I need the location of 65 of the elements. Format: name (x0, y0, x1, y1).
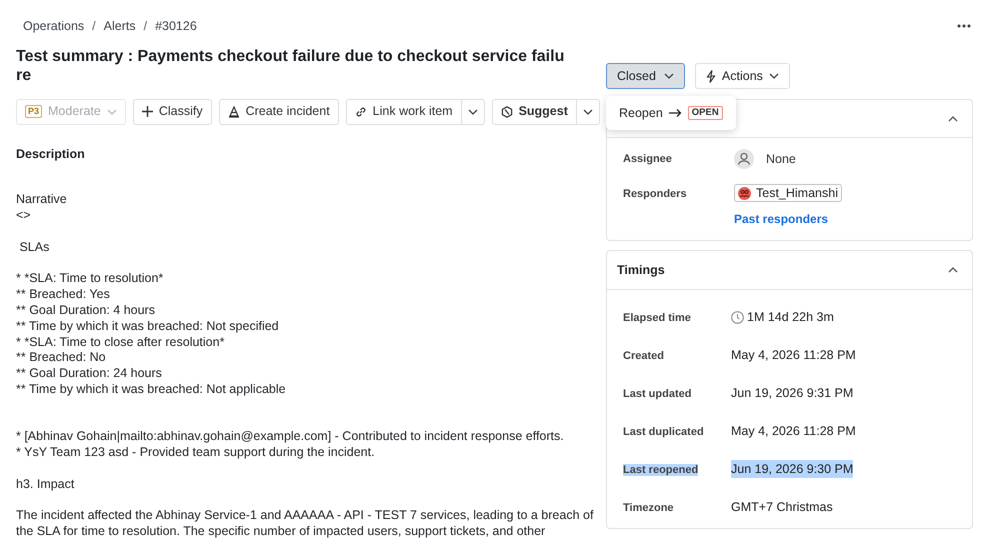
breadcrumb-separator: / (92, 18, 96, 35)
cone-icon (228, 106, 240, 118)
lightning-icon (706, 70, 716, 82)
timing-value: Jun 19, 2026 9:31 PM (731, 384, 854, 402)
timing-value: 1M 14d 22h 3m (747, 308, 834, 326)
timing-value: May 4, 2026 11:28 PM (731, 346, 856, 364)
chevron-down-icon (582, 108, 593, 115)
description-line: Narrative (16, 192, 68, 208)
breadcrumb-link[interactable]: Operations (23, 17, 84, 36)
status-dropdown[interactable]: Closed (606, 63, 685, 89)
description-line: ** Breached: No (16, 350, 107, 366)
timing-label: Last updated (623, 388, 692, 400)
description-line: SLAs (18, 240, 50, 256)
description-line: h3. Impact (16, 476, 76, 492)
hexagon-icon (500, 106, 513, 118)
breadcrumb-link[interactable]: #30126 (155, 17, 197, 36)
plus-icon (142, 106, 153, 118)
menu-item[interactable]: Reopen OPEN (606, 102, 736, 124)
timing-label: Last reopened (623, 464, 698, 476)
description-line: * *SLA: Time to resolution* (16, 271, 164, 288)
field-value: None (766, 150, 796, 168)
user-avatar-icon (734, 149, 754, 169)
more-icon[interactable] (957, 24, 971, 28)
timing-label: Timezone (623, 502, 674, 514)
chevron-down-icon (664, 73, 674, 79)
team-avatar-icon (738, 186, 751, 200)
description-line: ** Time by which it was breached: Not specified (16, 318, 280, 335)
section-heading: Description (16, 146, 86, 163)
description-line: ** Time by which it was breached: Not applicable (16, 382, 287, 398)
status-badge: OPEN (688, 106, 723, 120)
timing-label: Last duplicated (623, 426, 704, 438)
field-label: Responders (623, 187, 688, 202)
chevron-down-icon (768, 73, 779, 79)
chevron-up-icon[interactable] (948, 267, 958, 273)
timing-value: Jun 19, 2026 9:30 PM (731, 460, 854, 478)
description-line: * YsY Team 123 asd - Provided team support during the incident. (16, 445, 376, 461)
chevron-up-icon[interactable] (948, 116, 958, 122)
timing-value: May 4, 2026 11:28 PM (731, 422, 856, 440)
clock-icon (731, 310, 744, 324)
arrow-right-icon (668, 108, 682, 118)
timing-label: Created (623, 350, 664, 362)
actions-button[interactable]: Actions (694, 63, 790, 89)
past-responders-link[interactable]: Past responders (734, 210, 842, 228)
priority-badge: P3 (25, 105, 42, 118)
description-line: the SLA for time to resolution. The specific number of impacted users, support tickets, and other (16, 524, 546, 540)
link-icon (354, 106, 367, 118)
description-line: * [Abhinav Gohain|mailto:abhinav.gohain@example.com] - Contributed to incident response efforts. (16, 429, 565, 446)
breadcrumb-separator: / (144, 18, 148, 35)
description-line: ** Goal Duration: 24 hours (16, 366, 163, 382)
description-line: * *SLA: Time to close after resolution* (16, 334, 226, 350)
chevron-down-icon (106, 108, 117, 115)
breadcrumb-link[interactable]: Alerts (104, 17, 136, 36)
description-line: ** Goal Duration: 4 hours (16, 302, 156, 319)
toolbar-button[interactable]: Create incident (218, 98, 339, 125)
timing-value: GMT+7 Christmas (731, 498, 833, 516)
field-label: Assignee (623, 152, 673, 167)
chevron-down-icon (468, 108, 478, 115)
card-title: Timings (617, 262, 665, 279)
description-line: The incident affected the Abhinay Service-1 and AAAAAA - API - TEST 7 services, leading to a breach of (16, 508, 594, 524)
description-line: ** Breached: Yes (16, 287, 111, 303)
timing-label: Elapsed time (623, 312, 691, 324)
page-title: Test summary : Payments checkout failure due to checkout service failure (16, 46, 566, 85)
description-line: <> (16, 208, 32, 224)
responder-chip[interactable]: Test_Himanshi (734, 184, 842, 202)
toolbar-button[interactable]: Classify (132, 98, 212, 125)
